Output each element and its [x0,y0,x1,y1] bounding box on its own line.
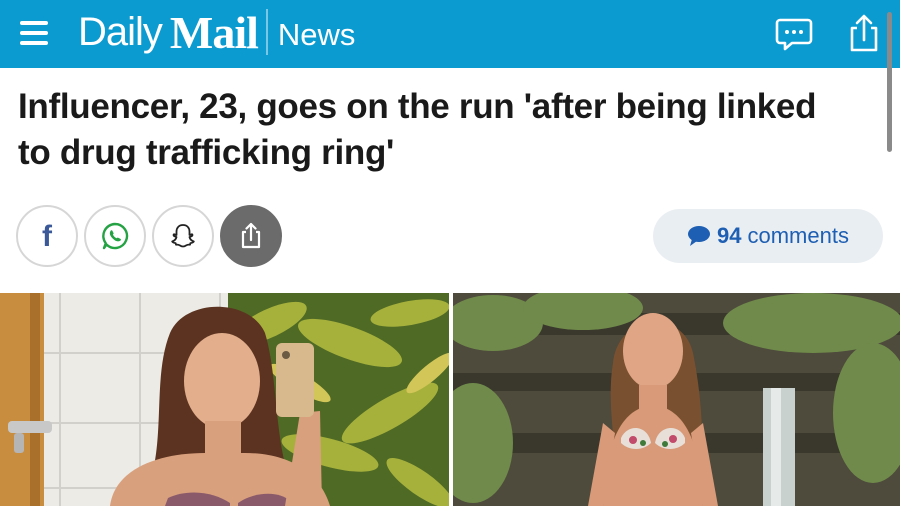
facebook-share-button[interactable]: f [16,205,78,267]
comment-bubble-icon [688,226,711,246]
comments-label: comments [747,223,849,248]
whatsapp-icon [102,222,129,250]
facebook-icon: f [42,220,52,253]
brand-divider [265,9,268,55]
top-bar: Daily Mail News [0,0,900,68]
brand-mail-text: Mail [169,6,259,58]
photo-waterfall[interactable] [453,293,900,506]
comment-bubble-icon[interactable] [772,12,816,56]
comments-count: 94 [717,223,742,248]
scrollbar-thumb[interactable] [887,12,892,152]
share-more-button[interactable] [220,205,282,267]
article-photos [0,293,900,506]
share-icon [241,222,261,249]
snapchat-share-button[interactable] [152,205,214,267]
share-row: f 94 comments [16,205,886,267]
share-icon[interactable] [842,12,886,56]
snapchat-icon [171,224,195,248]
brand-daily-text: Daily [78,9,163,54]
article-headline: Influencer, 23, goes on the run 'after b… [18,87,817,172]
photo-selfie[interactable] [0,293,449,506]
brand-logo[interactable]: Daily Mail News [78,4,355,60]
whatsapp-share-button[interactable] [84,205,146,267]
menu-icon[interactable] [14,14,54,54]
comments-button[interactable]: 94 comments [653,209,883,263]
section-label[interactable]: News [278,17,356,53]
